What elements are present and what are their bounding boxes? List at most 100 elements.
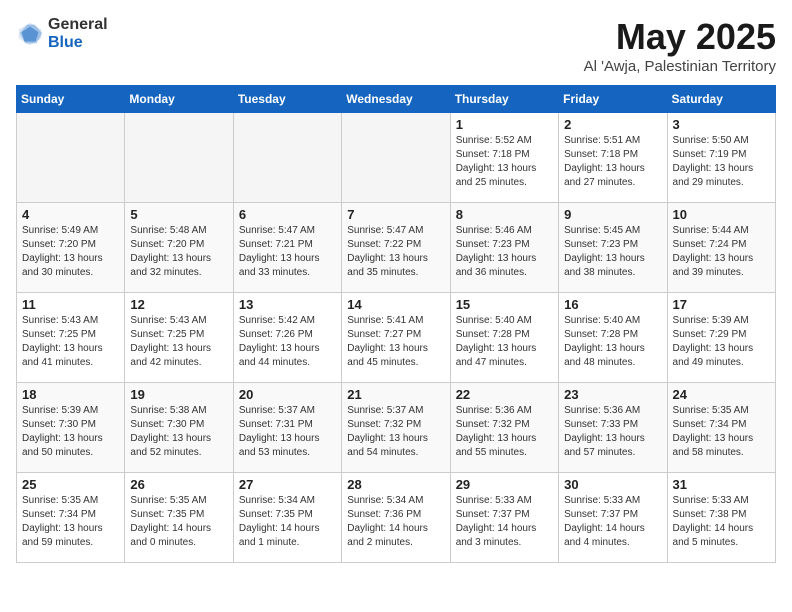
calendar-cell: 31Sunrise: 5:33 AM Sunset: 7:38 PM Dayli…	[667, 473, 775, 563]
day-number: 25	[22, 477, 119, 492]
cell-info: Sunrise: 5:33 AM Sunset: 7:37 PM Dayligh…	[564, 494, 661, 550]
cell-info: Sunrise: 5:46 AM Sunset: 7:23 PM Dayligh…	[456, 224, 553, 280]
calendar-cell: 16 Sunrise: 5:40 AM Sunset: 7:28 PM Dayli…	[559, 293, 667, 383]
calendar-cell: 15 Sunrise: 5:40 AM Sunset: 7:28 PM Dayli…	[450, 293, 558, 383]
day-number: 22	[456, 387, 553, 402]
day-number: 16	[564, 297, 661, 312]
day-number: 18	[22, 387, 119, 402]
day-number: 3	[673, 117, 770, 132]
day-number: 17	[673, 297, 770, 312]
calendar-cell: 22 Sunrise: 5:36 AM Sunset: 7:32 PM Dayli…	[450, 383, 558, 473]
calendar-week-3: 18 Sunrise: 5:39 AM Sunset: 7:30 PM Dayli…	[17, 383, 776, 473]
calendar-cell: 17 Sunrise: 5:39 AM Sunset: 7:29 PM Dayli…	[667, 293, 775, 383]
calendar-cell: 11 Sunrise: 5:43 AM Sunset: 7:25 PM Dayli…	[17, 293, 125, 383]
day-number: 26	[130, 477, 227, 492]
calendar-cell: 25 Sunrise: 5:35 AM Sunset: 7:34 PM Dayli…	[17, 473, 125, 563]
calendar-cell: 12Sunrise: 5:43 AM Sunset: 7:25 PM Dayli…	[125, 293, 233, 383]
cell-info: Sunrise: 5:35 AM Sunset: 7:34 PM Dayligh…	[22, 494, 119, 550]
day-number: 24	[673, 387, 770, 402]
day-number: 1	[456, 117, 553, 132]
calendar-cell: 7 Sunrise: 5:47 AM Sunset: 7:22 PM Daylig…	[342, 203, 450, 293]
cell-info: Sunrise: 5:40 AM Sunset: 7:28 PM Dayligh…	[564, 314, 661, 370]
calendar-cell: 4 Sunrise: 5:49 AM Sunset: 7:20 PM Daylig…	[17, 203, 125, 293]
cell-info: Sunrise: 5:50 AM Sunset: 7:19 PM Dayligh…	[673, 134, 770, 190]
page-header: General Blue May 2025 Al 'Awja, Palestin…	[16, 16, 776, 75]
calendar-week-2: 11 Sunrise: 5:43 AM Sunset: 7:25 PM Dayli…	[17, 293, 776, 383]
col-wednesday: Wednesday	[342, 86, 450, 113]
col-thursday: Thursday	[450, 86, 558, 113]
col-saturday: Saturday	[667, 86, 775, 113]
cell-info: Sunrise: 5:36 AM Sunset: 7:32 PM Dayligh…	[456, 404, 553, 460]
day-number: 30	[564, 477, 661, 492]
calendar-week-4: 25 Sunrise: 5:35 AM Sunset: 7:34 PM Dayli…	[17, 473, 776, 563]
cell-info: Sunrise: 5:44 AM Sunset: 7:24 PM Dayligh…	[673, 224, 770, 280]
cell-info: Sunrise: 5:49 AM Sunset: 7:20 PM Dayligh…	[22, 224, 119, 280]
logo-text: General Blue	[48, 16, 108, 51]
day-number: 15	[456, 297, 553, 312]
calendar-cell: 30 Sunrise: 5:33 AM Sunset: 7:37 PM Dayli…	[559, 473, 667, 563]
cell-info: Sunrise: 5:42 AM Sunset: 7:26 PM Dayligh…	[239, 314, 336, 370]
col-friday: Friday	[559, 86, 667, 113]
cell-info: Sunrise: 5:43 AM Sunset: 7:25 PM Dayligh…	[22, 314, 119, 370]
calendar-table: Sunday Monday Tuesday Wednesday Thursday…	[16, 85, 776, 563]
calendar-cell: 26 Sunrise: 5:35 AM Sunset: 7:35 PM Dayli…	[125, 473, 233, 563]
calendar-cell: 18 Sunrise: 5:39 AM Sunset: 7:30 PM Dayli…	[17, 383, 125, 473]
cell-info: Sunrise: 5:47 AM Sunset: 7:22 PM Dayligh…	[347, 224, 444, 280]
calendar-cell: 10Sunrise: 5:44 AM Sunset: 7:24 PM Dayli…	[667, 203, 775, 293]
day-number: 31	[673, 477, 770, 492]
calendar-cell	[233, 113, 341, 203]
calendar-cell: 13Sunrise: 5:42 AM Sunset: 7:26 PM Dayli…	[233, 293, 341, 383]
calendar-cell: 23 Sunrise: 5:36 AM Sunset: 7:33 PM Dayli…	[559, 383, 667, 473]
calendar-cell: 5Sunrise: 5:48 AM Sunset: 7:20 PM Daylig…	[125, 203, 233, 293]
calendar-cell	[342, 113, 450, 203]
calendar-cell: 29Sunrise: 5:33 AM Sunset: 7:37 PM Dayli…	[450, 473, 558, 563]
calendar-cell: 2Sunrise: 5:51 AM Sunset: 7:18 PM Daylig…	[559, 113, 667, 203]
cell-info: Sunrise: 5:36 AM Sunset: 7:33 PM Dayligh…	[564, 404, 661, 460]
calendar-cell	[17, 113, 125, 203]
calendar-week-1: 4 Sunrise: 5:49 AM Sunset: 7:20 PM Daylig…	[17, 203, 776, 293]
calendar-cell: 6Sunrise: 5:47 AM Sunset: 7:21 PM Daylig…	[233, 203, 341, 293]
cell-info: Sunrise: 5:39 AM Sunset: 7:30 PM Dayligh…	[22, 404, 119, 460]
month-title: May 2025	[584, 16, 776, 58]
cell-info: Sunrise: 5:37 AM Sunset: 7:31 PM Dayligh…	[239, 404, 336, 460]
cell-info: Sunrise: 5:38 AM Sunset: 7:30 PM Dayligh…	[130, 404, 227, 460]
cell-info: Sunrise: 5:37 AM Sunset: 7:32 PM Dayligh…	[347, 404, 444, 460]
calendar-cell: 19Sunrise: 5:38 AM Sunset: 7:30 PM Dayli…	[125, 383, 233, 473]
day-number: 7	[347, 207, 444, 222]
cell-info: Sunrise: 5:34 AM Sunset: 7:35 PM Dayligh…	[239, 494, 336, 550]
logo: General Blue	[16, 16, 108, 51]
day-number: 21	[347, 387, 444, 402]
day-number: 8	[456, 207, 553, 222]
calendar-cell: 3 Sunrise: 5:50 AM Sunset: 7:19 PM Daylig…	[667, 113, 775, 203]
calendar-cell: 20 Sunrise: 5:37 AM Sunset: 7:31 PM Dayli…	[233, 383, 341, 473]
calendar-cell: 9Sunrise: 5:45 AM Sunset: 7:23 PM Daylig…	[559, 203, 667, 293]
logo-general-text: General	[48, 16, 108, 34]
day-number: 23	[564, 387, 661, 402]
cell-info: Sunrise: 5:45 AM Sunset: 7:23 PM Dayligh…	[564, 224, 661, 280]
cell-info: Sunrise: 5:41 AM Sunset: 7:27 PM Dayligh…	[347, 314, 444, 370]
calendar-cell: 21 Sunrise: 5:37 AM Sunset: 7:32 PM Dayli…	[342, 383, 450, 473]
logo-icon	[16, 20, 44, 48]
cell-info: Sunrise: 5:43 AM Sunset: 7:25 PM Dayligh…	[130, 314, 227, 370]
day-number: 28	[347, 477, 444, 492]
calendar-cell: 27 Sunrise: 5:34 AM Sunset: 7:35 PM Dayli…	[233, 473, 341, 563]
cell-info: Sunrise: 5:35 AM Sunset: 7:35 PM Dayligh…	[130, 494, 227, 550]
col-monday: Monday	[125, 86, 233, 113]
calendar-cell	[125, 113, 233, 203]
day-number: 5	[130, 207, 227, 222]
calendar-cell: 8 Sunrise: 5:46 AM Sunset: 7:23 PM Daylig…	[450, 203, 558, 293]
location-text: Al 'Awja, Palestinian Territory	[584, 58, 776, 75]
calendar-cell: 1Sunrise: 5:52 AM Sunset: 7:18 PM Daylig…	[450, 113, 558, 203]
day-number: 11	[22, 297, 119, 312]
day-number: 20	[239, 387, 336, 402]
cell-info: Sunrise: 5:34 AM Sunset: 7:36 PM Dayligh…	[347, 494, 444, 550]
day-number: 4	[22, 207, 119, 222]
day-number: 14	[347, 297, 444, 312]
cell-info: Sunrise: 5:39 AM Sunset: 7:29 PM Dayligh…	[673, 314, 770, 370]
cell-info: Sunrise: 5:40 AM Sunset: 7:28 PM Dayligh…	[456, 314, 553, 370]
col-tuesday: Tuesday	[233, 86, 341, 113]
cell-info: Sunrise: 5:47 AM Sunset: 7:21 PM Dayligh…	[239, 224, 336, 280]
cell-info: Sunrise: 5:51 AM Sunset: 7:18 PM Dayligh…	[564, 134, 661, 190]
day-number: 27	[239, 477, 336, 492]
cell-info: Sunrise: 5:33 AM Sunset: 7:37 PM Dayligh…	[456, 494, 553, 550]
